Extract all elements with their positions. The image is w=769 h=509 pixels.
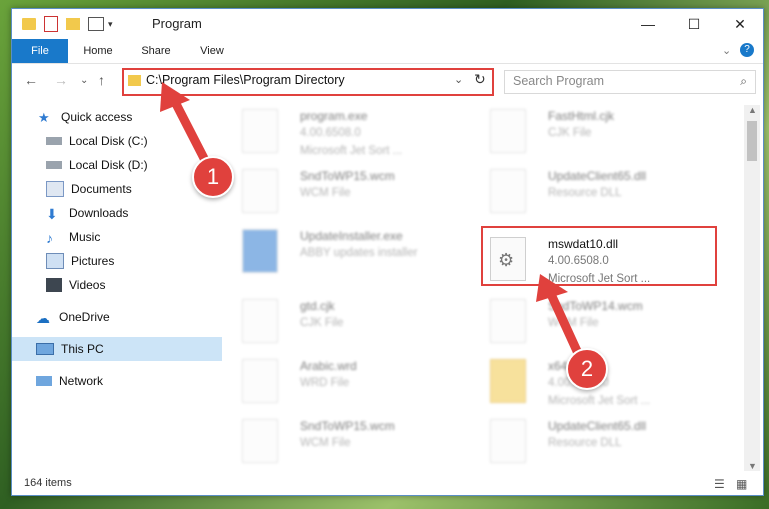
drive-icon (46, 161, 62, 169)
videos-icon (46, 278, 62, 292)
sidebar-item-videos[interactable]: Videos 📌 (12, 273, 240, 297)
recent-locations-icon[interactable]: ⌄ (80, 75, 88, 86)
pc-icon (36, 343, 54, 355)
close-button[interactable]: ✕ (717, 9, 763, 39)
folder-icon[interactable] (22, 18, 36, 30)
file-item-program-exe[interactable]: program.exe 4.00.6508.0 Microsoft Jet So… (242, 105, 472, 165)
file-icon (242, 299, 278, 343)
forward-icon[interactable]: → (54, 72, 68, 88)
maximize-button[interactable]: ☐ (671, 9, 717, 39)
navigation-pane: ★ Quick access Local Disk (C:) 📌 Local D… (12, 105, 234, 471)
dll-file-icon (490, 419, 526, 463)
item-count: 164 items (24, 477, 72, 489)
sidebar-item-network[interactable]: Network (12, 369, 230, 393)
minimize-button[interactable]: — (625, 9, 671, 39)
window-title: Program (152, 16, 202, 31)
sidebar-item-downloads[interactable]: ⬇ Downloads 📌 (12, 201, 240, 225)
documents-icon (46, 181, 64, 197)
network-icon (36, 376, 52, 386)
pictures-icon (46, 253, 64, 269)
sidebar-item-this-pc[interactable]: This PC (12, 337, 230, 361)
search-input[interactable]: Search Program ⌕ (504, 70, 756, 94)
sidebar-item-local-disk-c[interactable]: Local Disk (C:) 📌 (12, 129, 240, 153)
explorer-window: ▾ Program — ☐ ✕ File Home Share View ⌄ ?… (11, 8, 764, 496)
file-item-sndtowp15-wcm[interactable]: SndToWP15.wcm WCM File (242, 165, 472, 225)
highlight-box (481, 226, 717, 286)
up-icon[interactable]: ↑ (98, 72, 105, 88)
tab-view[interactable]: View (188, 39, 236, 63)
sidebar-item-quick-access[interactable]: ★ Quick access (12, 105, 232, 129)
cloud-icon: ☁ (36, 310, 50, 326)
tab-file[interactable]: File (12, 39, 68, 63)
file-item-sndtowp14-wcm[interactable]: SndToWP14.wcm WCM File (490, 295, 720, 355)
callout-2: 2 (566, 348, 608, 390)
refresh-icon[interactable]: ↻ (474, 71, 486, 88)
file-item-updateinstaller-exe[interactable]: UpdateInstaller.exe ABBY updates install… (242, 225, 472, 285)
sidebar-item-onedrive[interactable]: ☁ OneDrive (12, 305, 230, 329)
file-icon (490, 299, 526, 343)
search-placeholder: Search Program (513, 74, 605, 88)
file-item-gtd-cjk[interactable]: gtd.cjk CJK File (242, 295, 472, 355)
expand-ribbon-icon[interactable]: ⌄ (722, 44, 731, 57)
status-bar: 164 items ☰ ▦ (12, 473, 763, 495)
callout-1: 1 (192, 156, 234, 198)
scrollbar-thumb[interactable] (747, 121, 757, 161)
file-item-sndtowp15-wcm-2[interactable]: SndToWP15.wcm WCM File (242, 415, 472, 475)
file-icon (242, 359, 278, 403)
view-options-icon[interactable] (88, 17, 104, 31)
file-item-fasthtml-cjk[interactable]: FastHtml.cjk CJK File (490, 105, 720, 165)
new-folder-icon[interactable] (66, 18, 80, 30)
installer-file-icon (242, 229, 278, 273)
file-list: program.exe 4.00.6508.0 Microsoft Jet So… (222, 105, 742, 473)
quick-access-toolbar: ▾ (22, 15, 113, 33)
download-icon: ⬇ (46, 206, 58, 222)
back-icon[interactable]: ← (24, 72, 38, 88)
large-icons-view-icon[interactable]: ▦ (736, 477, 747, 491)
sidebar-item-pictures[interactable]: Pictures 📌 (12, 249, 240, 273)
address-bar[interactable]: C:\Program Files\Program Directory ⌄ ↻ (122, 68, 494, 96)
tab-share[interactable]: Share (132, 39, 180, 63)
file-item-updateclient65-dll[interactable]: UpdateClient65.dll Resource DLL (490, 165, 720, 225)
exe-file-icon (242, 109, 278, 153)
title-bar: ▾ Program — ☐ ✕ (12, 9, 763, 39)
ribbon: File Home Share View ⌄ ? (12, 39, 763, 64)
chevron-down-icon[interactable]: ▾ (108, 19, 113, 30)
help-icon[interactable]: ? (740, 43, 754, 57)
details-view-icon[interactable]: ☰ (714, 477, 725, 491)
drive-icon (46, 137, 62, 145)
chevron-down-icon[interactable]: ▼ (748, 461, 757, 471)
file-icon (242, 419, 278, 463)
folder-icon (490, 359, 526, 403)
file-icon (490, 109, 526, 153)
file-icon (242, 169, 278, 213)
folder-icon (128, 75, 141, 86)
search-icon: ⌕ (740, 74, 747, 88)
navigation-bar: ← → ⌄ ↑ C:\Program Files\Program Directo… (12, 64, 763, 98)
file-item-updateclient65-dll-2[interactable]: UpdateClient65.dll Resource DLL (490, 415, 720, 475)
chevron-up-icon[interactable]: ▲ (748, 105, 757, 115)
sidebar-item-music[interactable]: ♪ Music 📌 (12, 225, 240, 249)
tab-home[interactable]: Home (74, 39, 122, 63)
properties-icon[interactable] (44, 16, 58, 32)
vertical-scrollbar[interactable]: ▲ ▼ (744, 105, 760, 471)
music-icon: ♪ (46, 230, 53, 246)
address-path: C:\Program Files\Program Directory (146, 73, 345, 87)
dll-file-icon (490, 169, 526, 213)
file-item-arabic-wrd[interactable]: Arabic.wrd WRD File (242, 355, 472, 415)
star-icon: ★ (38, 110, 50, 125)
chevron-down-icon[interactable]: ⌄ (454, 73, 463, 86)
